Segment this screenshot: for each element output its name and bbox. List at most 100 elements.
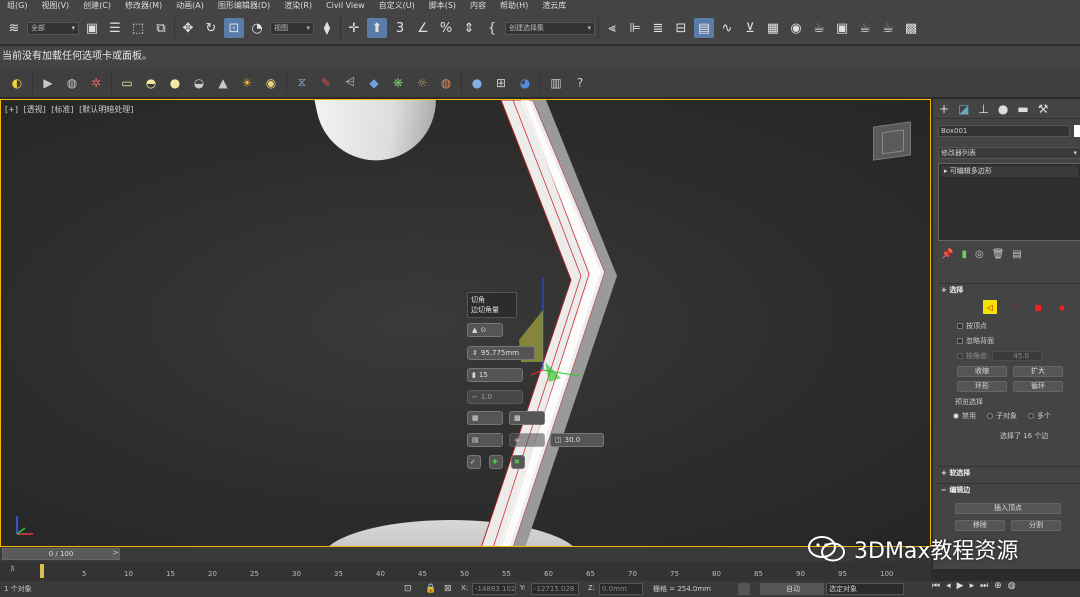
x-field[interactable]: -14883.102 bbox=[472, 583, 516, 595]
chamfer-open-button[interactable]: ▩ bbox=[509, 411, 545, 425]
split-button[interactable]: 分割 bbox=[1011, 520, 1061, 531]
element-subobject-icon[interactable]: ◆ bbox=[1055, 300, 1069, 314]
frame-buffer-icon[interactable]: ⊞ bbox=[492, 74, 510, 92]
chamfer-angle-field[interactable]: ◫ 30.0 bbox=[550, 433, 604, 447]
snap-3d-icon[interactable]: 3 bbox=[390, 18, 410, 38]
chamfer-mitering-button[interactable]: ◈ bbox=[509, 433, 545, 447]
menu-help[interactable]: 帮助(H) bbox=[493, 0, 535, 12]
orbit-icon[interactable]: ◍ bbox=[1008, 581, 1016, 591]
move-icon[interactable]: ✥ bbox=[178, 18, 198, 38]
y-field[interactable]: -12715.028 bbox=[531, 583, 579, 595]
menu-scripting[interactable]: 脚本(S) bbox=[422, 0, 463, 12]
make-unique-icon[interactable]: ◎ bbox=[975, 249, 984, 260]
preview-disabled-radio[interactable] bbox=[953, 413, 959, 419]
preview-subobject-radio[interactable] bbox=[987, 413, 993, 419]
mirror-icon[interactable]: ⫷ bbox=[602, 18, 622, 38]
configure-sets-icon[interactable]: ▤ bbox=[1012, 249, 1021, 260]
previous-frame-icon[interactable]: ◂ bbox=[946, 581, 951, 591]
remove-modifier-icon[interactable]: 🗑 bbox=[992, 249, 1005, 260]
edge-subobject-icon[interactable]: ◁ bbox=[983, 300, 997, 314]
ignore-backfacing-checkbox[interactable] bbox=[957, 338, 963, 344]
hierarchy-tab-icon[interactable]: ⊥ bbox=[978, 102, 988, 116]
chamfer-segments-field[interactable]: ▮ 15 bbox=[467, 368, 523, 382]
spacewarp-icon[interactable]: ✲ bbox=[87, 74, 105, 92]
show-end-result-icon[interactable]: ▮ bbox=[961, 249, 967, 260]
perspective-viewport[interactable]: [+] [透视] [标准] [默认明暗处理] 切角 边切角量 ▲ ⊙ ⇕ 95.77… bbox=[0, 99, 931, 547]
angle-snap-icon[interactable]: ∠ bbox=[413, 18, 433, 38]
chamfer-smooth-button[interactable]: ▦ bbox=[467, 411, 503, 425]
rotate-icon[interactable]: ↻ bbox=[201, 18, 221, 38]
transform-mode-icon[interactable]: ⊠ bbox=[444, 584, 452, 594]
motion-tab-icon[interactable]: ● bbox=[998, 102, 1008, 116]
physical-camera-icon[interactable]: ☼ bbox=[413, 74, 431, 92]
ambient-light-icon[interactable]: ◉ bbox=[262, 74, 280, 92]
curve-editor-icon[interactable]: ∿ bbox=[717, 18, 737, 38]
render-cloud-icon[interactable]: ▩ bbox=[901, 18, 921, 38]
sphere-icon[interactable]: ◆ bbox=[365, 74, 383, 92]
track-bar[interactable]: ⊼ 0 5 10 15 20 25 30 35 40 45 50 55 60 65 70 75 80 85 90 95… bbox=[0, 561, 931, 581]
zoom-extents-icon[interactable]: ⊕ bbox=[994, 581, 1002, 591]
chamfer-end-bias-button[interactable]: ▤ bbox=[467, 433, 503, 447]
vray-mtl-icon[interactable]: ◍ bbox=[437, 74, 455, 92]
rendered-frame-icon[interactable]: ▣ bbox=[832, 18, 852, 38]
remove-button[interactable]: 移除 bbox=[955, 520, 1005, 531]
edit-edges-rollout-header[interactable]: − 编辑边 bbox=[938, 483, 1080, 495]
mesh-light-icon[interactable]: ◒ bbox=[190, 74, 208, 92]
play-icon[interactable]: ▶ bbox=[957, 581, 964, 591]
grow-button[interactable]: 扩大 bbox=[1013, 366, 1063, 377]
select-manipulate-icon[interactable]: ✛ bbox=[344, 18, 364, 38]
modify-tab-icon[interactable]: ◪ bbox=[958, 102, 969, 116]
place-icon[interactable]: ◔ bbox=[247, 18, 267, 38]
toggle-ribbon-icon[interactable]: ⊟ bbox=[671, 18, 691, 38]
dope-sheet-icon[interactable]: ⊻ bbox=[740, 18, 760, 38]
modifier-list-dropdown[interactable]: 修改器列表 ▾ bbox=[938, 147, 1080, 159]
dome-light-icon[interactable]: ◓ bbox=[142, 74, 160, 92]
material-ball-icon[interactable]: ● bbox=[468, 74, 486, 92]
percent-snap-icon[interactable]: % bbox=[436, 18, 456, 38]
border-subobject-icon[interactable]: ⋰ bbox=[1007, 300, 1021, 314]
chamfer-type-button[interactable]: ▲ ⊙ bbox=[467, 323, 503, 337]
insert-vertex-button[interactable]: 插入顶点 bbox=[955, 503, 1061, 514]
menu-rendering[interactable]: 渲染(R) bbox=[277, 0, 319, 12]
box-light-icon[interactable]: ▭ bbox=[118, 74, 136, 92]
help-icon[interactable]: ? bbox=[571, 74, 589, 92]
selection-filter-dropdown[interactable]: 全部 ▾ bbox=[27, 21, 79, 35]
utilities-tab-icon[interactable]: ⚒ bbox=[1038, 102, 1049, 116]
render-vray-icon[interactable]: ◕ bbox=[516, 74, 534, 92]
plane-icon[interactable]: ⩤ bbox=[341, 74, 359, 92]
add-time-tag-button[interactable] bbox=[738, 583, 750, 595]
window-crossing-icon[interactable]: ⧉ bbox=[151, 18, 171, 38]
proxy-icon[interactable]: ⧖ bbox=[293, 74, 311, 92]
material-editor-icon[interactable]: ◉ bbox=[786, 18, 806, 38]
reference-coord-dropdown[interactable]: 视图 ▾ bbox=[270, 21, 314, 35]
menu-create[interactable]: 创建(C) bbox=[76, 0, 118, 12]
time-slider[interactable]: 0 / 100 bbox=[2, 548, 120, 560]
menu-content[interactable]: 内容 bbox=[463, 0, 493, 12]
isolate-icon[interactable]: ⊡ bbox=[404, 584, 412, 594]
select-object-icon[interactable]: ▣ bbox=[82, 18, 102, 38]
menu-animation[interactable]: 动画(A) bbox=[169, 0, 211, 12]
light-icon[interactable]: ◐ bbox=[8, 74, 26, 92]
named-selection-dropdown[interactable]: 创建选择集 ▾ bbox=[505, 21, 595, 35]
chamfer-amount-field[interactable]: ⇕ 95.775mm bbox=[467, 346, 535, 360]
decal-icon[interactable]: ❋ bbox=[389, 74, 407, 92]
key-filter-dropdown[interactable]: 选定对象 bbox=[826, 583, 904, 595]
by-vertex-row[interactable]: 按顶点 bbox=[957, 321, 987, 331]
soft-selection-rollout-header[interactable]: + 软选择 bbox=[938, 466, 1080, 478]
spot-light-icon[interactable]: ▲ bbox=[214, 74, 232, 92]
rect-region-icon[interactable]: ⬚ bbox=[128, 18, 148, 38]
by-angle-value[interactable]: 45.0 bbox=[992, 351, 1043, 361]
pivot-center-icon[interactable]: ⧫ bbox=[317, 18, 337, 38]
edit-named-selection-icon[interactable]: { bbox=[482, 18, 502, 38]
layer-manager-icon[interactable]: ≣ bbox=[648, 18, 668, 38]
fur-icon[interactable]: ✎ bbox=[317, 74, 335, 92]
schematic-view-icon[interactable]: ▦ bbox=[763, 18, 783, 38]
menu-modifiers[interactable]: 修改器(M) bbox=[118, 0, 169, 12]
z-field[interactable]: 0.0mm bbox=[599, 583, 643, 595]
caddy-ok-button[interactable]: ✓ bbox=[467, 455, 481, 469]
stack-item-editable-poly[interactable]: ▸ 可编辑多边形 bbox=[941, 166, 1078, 177]
preview-multi-radio[interactable] bbox=[1028, 413, 1034, 419]
keyboard-shortcut-icon[interactable]: ⬆ bbox=[367, 18, 387, 38]
by-angle-row[interactable]: 按角度: 45.0 bbox=[957, 351, 1043, 361]
lock-selection-icon[interactable]: 🔒 bbox=[425, 584, 436, 594]
